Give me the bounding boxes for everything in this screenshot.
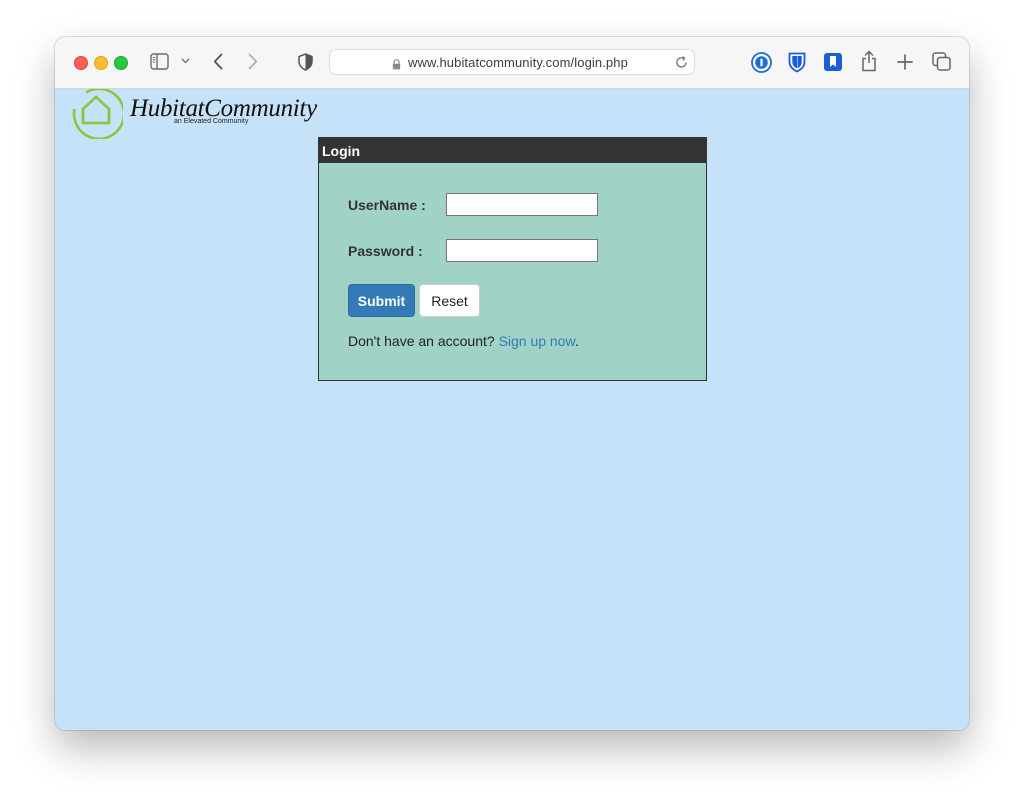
minimize-window-button[interactable] xyxy=(94,56,108,70)
maximize-window-button[interactable] xyxy=(114,56,128,70)
sidebar-icon[interactable] xyxy=(150,53,169,70)
desktop: www.hubitatcommunity.com/login.php Hubit… xyxy=(0,0,1024,802)
chevron-right-icon[interactable] xyxy=(248,53,258,70)
shield-icon[interactable] xyxy=(298,53,313,71)
password-input[interactable] xyxy=(446,239,598,262)
username-row: UserName : xyxy=(348,193,598,216)
page-content: HubitatCommunity an Elevated Community L… xyxy=(55,87,969,730)
form-buttons: Submit Reset xyxy=(348,284,480,317)
password-row: Password : xyxy=(348,239,598,262)
username-label: UserName : xyxy=(348,196,426,213)
browser-window: www.hubitatcommunity.com/login.php Hubit… xyxy=(55,37,969,730)
submit-button[interactable]: Submit xyxy=(348,284,415,317)
bitwarden-icon[interactable] xyxy=(788,52,806,73)
address-bar[interactable]: www.hubitatcommunity.com/login.php xyxy=(329,49,695,75)
tabs-overview-icon[interactable] xyxy=(932,52,951,71)
signup-prompt: Don't have an account? Sign up now. xyxy=(348,333,579,349)
close-window-button[interactable] xyxy=(74,56,88,70)
bookmark-icon[interactable] xyxy=(823,52,843,72)
signup-link[interactable]: Sign up now xyxy=(499,333,575,349)
url-text: www.hubitatcommunity.com/login.php xyxy=(408,55,628,70)
lock-icon xyxy=(392,57,401,75)
site-logo[interactable]: HubitatCommunity an Elevated Community xyxy=(69,87,329,141)
chevron-left-icon[interactable] xyxy=(213,53,223,70)
reset-button[interactable]: Reset xyxy=(419,284,480,317)
password-label: Password : xyxy=(348,242,423,259)
plus-icon[interactable] xyxy=(897,54,913,70)
share-icon[interactable] xyxy=(861,50,877,72)
reload-icon[interactable] xyxy=(675,55,688,74)
signup-suffix: . xyxy=(574,333,579,349)
1password-icon[interactable] xyxy=(751,52,772,73)
chevron-down-icon[interactable] xyxy=(181,58,190,64)
login-panel: Login UserName : Password : Submit Reset… xyxy=(318,137,707,381)
browser-toolbar: www.hubitatcommunity.com/login.php xyxy=(55,37,969,89)
house-logo-icon xyxy=(69,87,126,144)
signup-text: Don't have an account? xyxy=(348,333,499,349)
username-input[interactable] xyxy=(446,193,598,216)
site-tagline: an Elevated Community xyxy=(174,118,249,125)
login-title: Login xyxy=(319,138,706,163)
